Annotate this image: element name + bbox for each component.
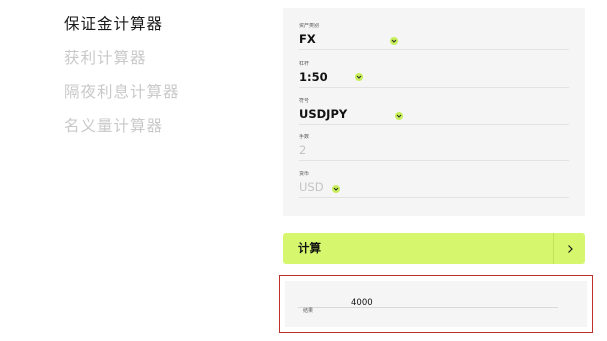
result-label: 结果 — [303, 308, 314, 314]
result-field: 4000 结果 — [285, 281, 587, 327]
nav-item-swap-calculator[interactable]: 隔夜利息计算器 — [64, 82, 244, 116]
symbol-value: USDJPY — [299, 107, 348, 121]
asset-class-select[interactable]: 资产类别 FX — [299, 23, 569, 50]
leverage-select[interactable]: 杠杆 1:50 — [299, 61, 569, 88]
chevron-right-icon[interactable] — [553, 233, 585, 264]
calculate-button[interactable]: 计算 — [283, 233, 585, 264]
nav-item-profit-calculator[interactable]: 获利计算器 — [64, 48, 244, 82]
symbol-select[interactable]: 符号 USDJPY — [299, 98, 569, 125]
lots-value[interactable]: 2 — [299, 143, 306, 157]
asset-class-value: FX — [299, 32, 316, 46]
calculator-form-panel: 资产类别 FX 杠杆 1:50 符号 USDJPY 手数 2 货币 USD — [283, 8, 585, 216]
chevron-down-icon[interactable] — [395, 112, 403, 120]
currency-value: USD — [299, 180, 324, 194]
chevron-down-icon[interactable] — [355, 73, 363, 81]
calculate-button-label: 计算 — [298, 241, 321, 255]
nav-item-margin-calculator[interactable]: 保证金计算器 — [64, 14, 244, 48]
lots-input[interactable]: 手数 2 — [299, 134, 569, 161]
result-divider — [298, 307, 558, 308]
leverage-value: 1:50 — [299, 70, 328, 84]
result-panel: 4000 结果 — [279, 275, 593, 333]
chevron-down-icon[interactable] — [332, 185, 340, 193]
nav-item-notional-calculator[interactable]: 名义量计算器 — [64, 116, 244, 150]
currency-select[interactable]: 货币 USD — [299, 171, 569, 198]
calculator-nav: 保证金计算器 获利计算器 隔夜利息计算器 名义量计算器 — [64, 14, 244, 150]
chevron-down-icon[interactable] — [390, 37, 398, 45]
